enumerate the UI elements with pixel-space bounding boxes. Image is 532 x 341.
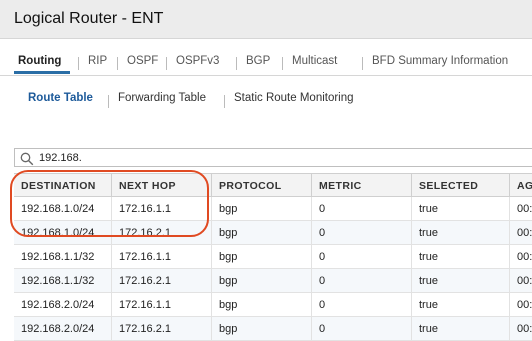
tab-multicast[interactable]: Multicast: [292, 55, 337, 67]
tab-bfd-summary[interactable]: BFD Summary Information: [372, 55, 508, 67]
cell-age: 00:: [517, 299, 532, 311]
cell-selected: true: [412, 293, 510, 317]
cell-metric: 0: [312, 317, 412, 341]
table-row[interactable]: 192.168.2.0/24 172.16.2.1 bgp 0 true 00:: [14, 317, 532, 341]
tab-divider: [117, 57, 118, 70]
column-header-age[interactable]: AG: [510, 174, 532, 198]
cell-metric: 0: [312, 197, 412, 221]
route-subtabs: Route Table Forwarding Table Static Rout…: [0, 88, 532, 108]
cell-protocol: bgp: [212, 269, 312, 293]
tab-ospfv3[interactable]: OSPFv3: [176, 55, 219, 67]
column-header-destination[interactable]: DESTINATION: [14, 174, 112, 198]
cell-protocol: bgp: [212, 221, 312, 245]
window-title: Logical Router - ENT: [14, 10, 164, 27]
cell-metric: 0: [312, 293, 412, 317]
cell-selected: true: [412, 221, 510, 245]
column-header-protocol[interactable]: PROTOCOL: [212, 174, 312, 198]
cell-next-hop: 172.16.2.1: [112, 221, 212, 245]
table-row[interactable]: 192.168.1.1/32 172.16.2.1 bgp 0 true 00:: [14, 269, 532, 293]
table-row[interactable]: 192.168.2.0/24 172.16.1.1 bgp 0 true 00:: [14, 293, 532, 317]
cell-next-hop: 172.16.1.1: [112, 197, 212, 221]
cell-age: 00:: [517, 323, 532, 335]
cell-next-hop: 172.16.1.1: [112, 245, 212, 269]
column-header-next-hop[interactable]: NEXT HOP: [112, 174, 212, 198]
cell-destination: 192.168.1.1/32: [14, 245, 112, 269]
tab-ospf[interactable]: OSPF: [127, 55, 158, 67]
cell-next-hop: 172.16.1.1: [112, 293, 212, 317]
cell-destination: 192.168.1.0/24: [14, 221, 112, 245]
tab-divider: [166, 57, 167, 70]
cell-age: 00:: [517, 275, 532, 287]
subtab-divider: [224, 95, 225, 108]
cell-age: 00:: [517, 227, 532, 239]
table-row[interactable]: 192.168.1.0/24 172.16.1.1 bgp 0 true 00:: [14, 197, 532, 221]
cell-destination: 192.168.2.0/24: [14, 293, 112, 317]
tab-bgp[interactable]: BGP: [246, 55, 270, 67]
column-header-metric[interactable]: METRIC: [312, 174, 412, 198]
cell-selected: true: [412, 269, 510, 293]
cell-destination: 192.168.1.1/32: [14, 269, 112, 293]
cell-metric: 0: [312, 245, 412, 269]
subtab-forwarding-table[interactable]: Forwarding Table: [118, 92, 206, 104]
table-row[interactable]: 192.168.1.0/24 172.16.2.1 bgp 0 true 00:: [14, 221, 532, 245]
cell-selected: true: [412, 317, 510, 341]
cell-metric: 0: [312, 269, 412, 293]
tab-routing[interactable]: Routing: [18, 55, 61, 67]
cell-next-hop: 172.16.2.1: [112, 269, 212, 293]
cell-age: 00:: [517, 203, 532, 215]
cell-protocol: bgp: [212, 317, 312, 341]
active-tab-indicator: [14, 71, 70, 74]
cell-metric: 0: [312, 221, 412, 245]
search-icon[interactable]: [20, 152, 34, 166]
cell-age: 00:: [517, 251, 532, 263]
protocol-tabs: Routing RIP OSPF OSPFv3 BGP Multicast BF…: [0, 40, 532, 76]
table-row[interactable]: 192.168.1.1/32 172.16.1.1 bgp 0 true 00:: [14, 245, 532, 269]
title-bar: Logical Router - ENT: [0, 0, 532, 39]
tab-divider: [236, 57, 237, 70]
tab-divider: [78, 57, 79, 70]
cell-destination: 192.168.1.0/24: [14, 197, 112, 221]
tab-divider: [362, 57, 363, 70]
table-header-row: DESTINATION NEXT HOP PROTOCOL METRIC SEL…: [14, 173, 532, 198]
column-header-selected[interactable]: SELECTED: [412, 174, 510, 198]
search-box[interactable]: [14, 148, 532, 167]
cell-protocol: bgp: [212, 197, 312, 221]
search-input[interactable]: [39, 150, 439, 165]
subtab-route-table[interactable]: Route Table: [28, 92, 93, 104]
cell-destination: 192.168.2.0/24: [14, 317, 112, 341]
tab-divider: [282, 57, 283, 70]
cell-next-hop: 172.16.2.1: [112, 317, 212, 341]
cell-protocol: bgp: [212, 245, 312, 269]
subtab-static-route-monitoring[interactable]: Static Route Monitoring: [234, 92, 354, 104]
cell-protocol: bgp: [212, 293, 312, 317]
tab-rip[interactable]: RIP: [88, 55, 107, 67]
subtab-divider: [108, 95, 109, 108]
cell-selected: true: [412, 245, 510, 269]
cell-selected: true: [412, 197, 510, 221]
